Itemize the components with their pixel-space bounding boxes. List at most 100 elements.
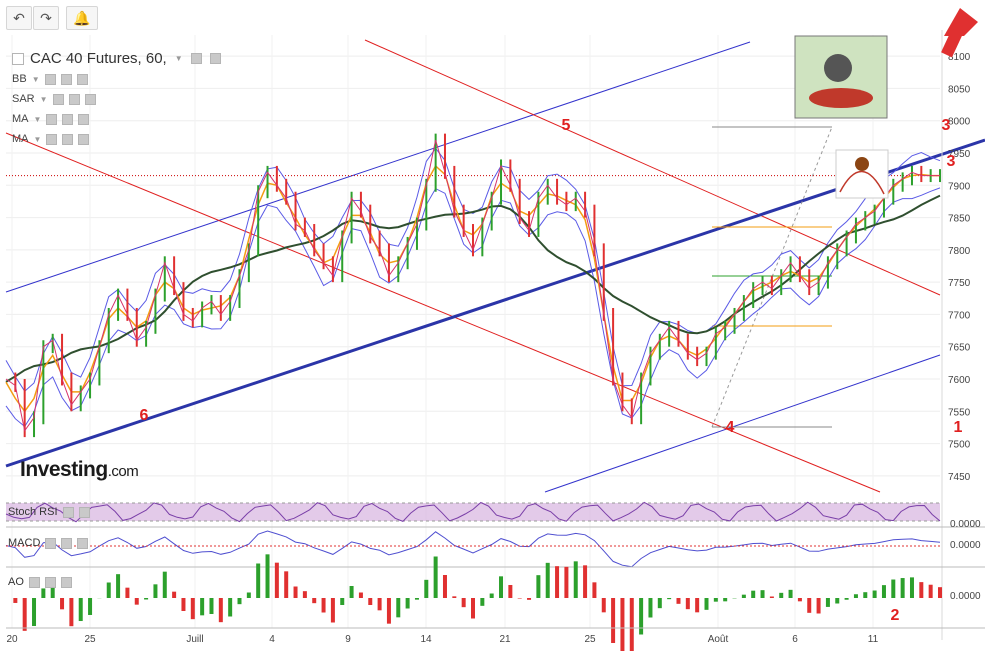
settings-icon[interactable]: [46, 113, 58, 125]
gear-icon[interactable]: [60, 73, 72, 85]
gear-icon[interactable]: [62, 113, 74, 125]
ao-bar: [452, 596, 457, 598]
ao-bar: [891, 579, 896, 598]
ao-bar: [312, 598, 317, 604]
ao-bar: [265, 554, 270, 598]
x-tick-label: 14: [420, 634, 432, 645]
chevron-down-icon[interactable]: ▼: [40, 95, 48, 104]
ao-bar: [386, 598, 391, 624]
indicator-label: SAR: [12, 93, 35, 105]
x-tick-label: 11: [868, 634, 879, 645]
chart-title: CAC 40 Futures, 60,: [30, 50, 167, 67]
chevron-down-icon[interactable]: ▼: [175, 54, 183, 63]
chart-title-row: CAC 40 Futures, 60, ▼: [10, 50, 221, 67]
ao-bar: [760, 590, 765, 598]
ao-bar: [433, 556, 438, 598]
ao-bar: [190, 598, 195, 620]
gear-icon[interactable]: [209, 53, 221, 64]
y-tick-label: 8050: [948, 84, 971, 95]
ao-bar: [853, 594, 858, 598]
ao-label[interactable]: AO: [8, 576, 72, 588]
close-icon[interactable]: [78, 506, 90, 518]
ao-bar: [321, 598, 326, 613]
price-line: [5, 139, 940, 432]
ao-bar: [181, 598, 186, 611]
ao-bar: [900, 578, 905, 598]
ao-bar: [69, 598, 74, 627]
settings-icon[interactable]: [52, 93, 64, 105]
ao-bar: [797, 598, 802, 602]
x-tick-label: 20: [6, 634, 18, 645]
ao-bar: [788, 589, 793, 598]
ao-bar: [872, 590, 877, 598]
ao-bar: [396, 598, 401, 618]
chevron-down-icon[interactable]: ▼: [34, 115, 42, 124]
chevron-down-icon[interactable]: ▼: [34, 135, 42, 144]
chevron-down-icon[interactable]: ▼: [32, 75, 40, 84]
stoch-band: [6, 503, 940, 521]
gear-icon[interactable]: [68, 93, 80, 105]
ao-bar: [256, 563, 261, 598]
wave-label: 4: [726, 419, 735, 436]
ao-bar: [499, 576, 504, 598]
indicator-sar[interactable]: SAR ▼: [12, 93, 96, 105]
y-tick-label: 7500: [948, 440, 971, 451]
ao-bar: [545, 562, 550, 598]
indicator-bb[interactable]: BB ▼: [12, 73, 88, 85]
bear-small-icon: [855, 157, 869, 171]
ao-bar: [60, 598, 65, 610]
ao-bar: [116, 574, 121, 598]
ao-bar: [639, 598, 644, 635]
pane-title: AO: [8, 576, 24, 588]
close-icon[interactable]: [78, 113, 90, 125]
settings-icon[interactable]: [46, 133, 58, 145]
indicator-ma-2[interactable]: MA ▼: [12, 133, 90, 145]
ao-bar: [807, 598, 812, 613]
settings-icon[interactable]: [28, 576, 40, 588]
y-tick-label: 7750: [948, 278, 971, 289]
collapse-toggle[interactable]: [12, 52, 24, 65]
gear-icon[interactable]: [62, 133, 74, 145]
close-icon[interactable]: [76, 73, 88, 85]
ao-bar: [611, 598, 616, 643]
x-tick-label: 25: [84, 634, 96, 645]
ao-bar: [340, 598, 345, 605]
price-chart[interactable]: 8100805080007950790078507800775077007650…: [0, 0, 985, 651]
x-tick-label: 21: [499, 634, 511, 645]
settings-icon[interactable]: [44, 73, 56, 85]
ao-bar: [414, 598, 419, 600]
y-tick-label: 7450: [948, 472, 971, 483]
settings-icon[interactable]: [190, 53, 202, 64]
ao-bar: [237, 598, 242, 605]
ao-bar: [293, 586, 298, 598]
gear-icon[interactable]: [44, 576, 56, 588]
settings-icon[interactable]: [62, 506, 74, 518]
logo-main: Investing: [20, 458, 108, 481]
ao-bar: [209, 598, 214, 614]
ao-bar: [825, 598, 830, 607]
ao-bar: [928, 584, 933, 598]
ao-bar: [583, 565, 588, 598]
ao-bar: [629, 598, 634, 651]
moving-average-long: [5, 194, 941, 383]
close-icon[interactable]: [78, 133, 90, 145]
close-icon[interactable]: [60, 576, 72, 588]
wave-label: 2: [891, 607, 900, 624]
macd-label[interactable]: MACD: [8, 537, 89, 549]
ao-bar: [676, 598, 681, 604]
bear-icon: [824, 54, 852, 82]
boat-shape: [809, 88, 873, 108]
indicator-ma-1[interactable]: MA ▼: [12, 113, 90, 125]
gear-icon[interactable]: [61, 537, 73, 549]
ao-bar: [22, 598, 27, 631]
ao-bar: [330, 598, 335, 623]
close-icon[interactable]: [77, 537, 89, 549]
indicator-label: MA: [12, 133, 29, 145]
stoch-rsi-label[interactable]: Stoch RSI: [8, 506, 90, 518]
price-series: [5, 133, 941, 438]
ao-bar: [835, 598, 840, 604]
settings-icon[interactable]: [45, 537, 57, 549]
ao-bar: [704, 598, 709, 610]
ao-bar: [274, 562, 279, 598]
close-icon[interactable]: [84, 93, 96, 105]
